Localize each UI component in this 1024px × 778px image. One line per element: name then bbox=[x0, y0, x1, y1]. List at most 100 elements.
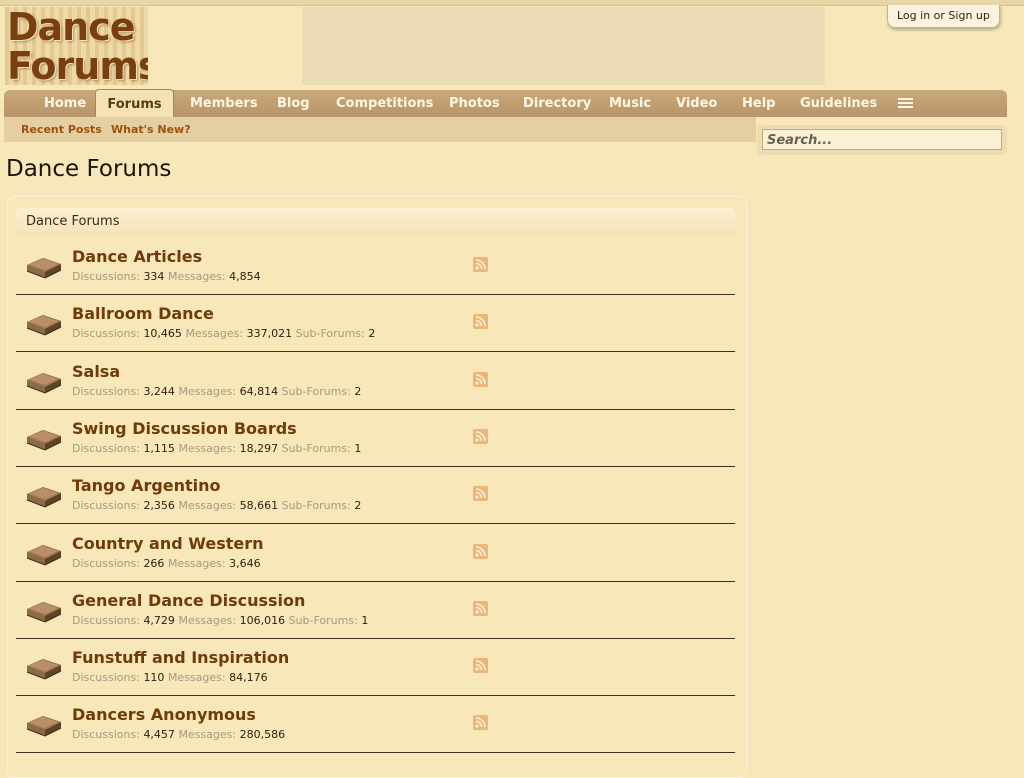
discussions-label: Discussions: bbox=[72, 671, 140, 685]
rss-feed-icon[interactable] bbox=[473, 715, 488, 731]
tab-help[interactable]: Help bbox=[742, 90, 775, 117]
forum-stats: Discussions: 266 Messages: 3,646 bbox=[72, 557, 261, 570]
whats-new-link[interactable]: What's New? bbox=[111, 123, 191, 136]
discussions-count: 3,244 bbox=[143, 384, 175, 398]
forum-book-icon bbox=[25, 308, 63, 340]
tab-guidelines[interactable]: Guidelines bbox=[800, 90, 877, 117]
discussions-count: 4,457 bbox=[143, 728, 175, 742]
tab-video[interactable]: Video bbox=[676, 90, 717, 117]
discussions-count: 2,356 bbox=[143, 499, 175, 513]
subforums-label: Sub-Forums: bbox=[295, 327, 365, 341]
tab-forums[interactable]: Forums bbox=[95, 89, 174, 118]
main-nav: Home Forums Members Blog Competitions Ph… bbox=[4, 89, 1007, 118]
discussions-label: Discussions: bbox=[72, 327, 140, 341]
tab-directory[interactable]: Directory bbox=[523, 90, 591, 117]
messages-count: 64,814 bbox=[239, 384, 279, 398]
messages-label: Messages: bbox=[185, 327, 244, 341]
messages-count: 4,854 bbox=[229, 270, 261, 283]
discussions-count: 1,115 bbox=[143, 441, 175, 455]
forum-stats: Discussions: 110 Messages: 84,176 bbox=[72, 671, 268, 684]
messages-count: 84,176 bbox=[229, 671, 268, 685]
rss-feed-icon[interactable] bbox=[473, 658, 488, 674]
rss-feed-icon[interactable] bbox=[473, 600, 488, 616]
forum-row[interactable]: Ballroom Dance Discussions: 10,465 Messag… bbox=[16, 294, 735, 353]
forum-stats: Discussions: 3,244 Messages: 64,814 Sub-… bbox=[72, 385, 361, 398]
subforums-count: 2 bbox=[354, 499, 362, 513]
rss-feed-icon[interactable] bbox=[473, 314, 488, 330]
forum-title-link[interactable]: Ballroom Dance bbox=[72, 304, 214, 323]
forum-title-link[interactable]: Country and Western bbox=[72, 534, 264, 553]
forum-title-link[interactable]: General Dance Discussion bbox=[72, 591, 305, 610]
forum-title-link[interactable]: Funstuff and Inspiration bbox=[72, 648, 289, 667]
recent-posts-link[interactable]: Recent Posts bbox=[21, 123, 102, 136]
forum-stats: Discussions: 1,115 Messages: 18,297 Sub-… bbox=[72, 442, 361, 455]
page-title: Dance Forums bbox=[6, 156, 172, 182]
messages-label: Messages: bbox=[178, 728, 237, 742]
discussions-count: 266 bbox=[143, 556, 165, 570]
discussions-label: Discussions: bbox=[72, 556, 140, 570]
rss-feed-icon[interactable] bbox=[473, 257, 488, 272]
forum-title-link[interactable]: Dancers Anonymous bbox=[72, 705, 256, 724]
forum-row[interactable]: Swing Discussion Boards Discussions: 1,11… bbox=[16, 409, 735, 467]
hamburger-icon[interactable] bbox=[898, 98, 913, 109]
forum-row[interactable]: Dance Articles Discussions: 334 Messages:… bbox=[16, 237, 735, 295]
rss-feed-icon[interactable] bbox=[473, 543, 488, 559]
subforums-count: 1 bbox=[361, 613, 369, 627]
tab-competitions[interactable]: Competitions bbox=[336, 90, 433, 117]
logo-line-2: Forums bbox=[7, 44, 148, 85]
messages-label: Messages: bbox=[167, 671, 226, 685]
tab-photos[interactable]: Photos bbox=[449, 90, 500, 117]
top-border bbox=[0, 0, 1024, 6]
forum-row[interactable]: Funstuff and Inspiration Discussions: 110… bbox=[16, 638, 735, 697]
search-box: Search... bbox=[757, 125, 1007, 155]
forum-book-icon bbox=[25, 538, 63, 570]
login-signup-link[interactable]: Log in or Sign up bbox=[887, 5, 1000, 28]
category-header[interactable]: Dance Forums bbox=[15, 208, 735, 236]
messages-count: 337,021 bbox=[246, 327, 293, 341]
rss-feed-icon[interactable] bbox=[473, 428, 488, 444]
subforums-count: 1 bbox=[354, 441, 362, 455]
forum-book-icon bbox=[25, 423, 63, 455]
messages-count: 3,646 bbox=[229, 556, 261, 570]
search-input[interactable]: Search... bbox=[762, 129, 1002, 150]
messages-label: Messages: bbox=[167, 270, 226, 283]
forum-stats: Discussions: 4,457 Messages: 280,586 bbox=[72, 728, 285, 741]
discussions-count: 334 bbox=[143, 270, 165, 283]
forum-book-icon bbox=[25, 652, 63, 684]
forum-title-link[interactable]: Salsa bbox=[72, 362, 120, 381]
forum-stats: Discussions: 334 Messages: 4,854 bbox=[72, 270, 261, 283]
rss-feed-icon[interactable] bbox=[473, 371, 488, 387]
forum-stats: Discussions: 10,465 Messages: 337,021 Su… bbox=[72, 327, 375, 340]
messages-label: Messages: bbox=[178, 499, 237, 513]
forum-book-icon bbox=[25, 251, 63, 283]
forum-row[interactable]: General Dance Discussion Discussions: 4,7… bbox=[16, 581, 735, 639]
sub-nav: Recent Posts What's New? bbox=[4, 117, 756, 142]
forum-book-icon bbox=[25, 480, 63, 512]
forum-row[interactable]: Salsa Discussions: 3,244 Messages: 64,814… bbox=[16, 352, 735, 410]
rss-feed-icon[interactable] bbox=[473, 486, 488, 502]
messages-label: Messages: bbox=[178, 384, 237, 398]
tab-members[interactable]: Members bbox=[190, 90, 258, 117]
site-logo[interactable]: Dance Forums bbox=[5, 7, 148, 85]
forum-title-link[interactable]: Swing Discussion Boards bbox=[72, 419, 297, 438]
subforums-label: Sub-Forums: bbox=[281, 384, 351, 398]
forum-row[interactable]: Tango Argentino Discussions: 2,356 Messag… bbox=[16, 466, 735, 525]
forum-stats: Discussions: 2,356 Messages: 58,661 Sub-… bbox=[72, 499, 361, 512]
subforums-label: Sub-Forums: bbox=[288, 613, 358, 627]
tab-music[interactable]: Music bbox=[609, 90, 651, 117]
subforums-count: 2 bbox=[368, 327, 376, 341]
subforums-label: Sub-Forums: bbox=[281, 441, 351, 455]
forum-row[interactable]: Country and Western Discussions: 266 Mess… bbox=[16, 524, 735, 582]
discussions-label: Discussions: bbox=[72, 384, 140, 398]
forum-book-icon bbox=[25, 595, 63, 627]
discussions-label: Discussions: bbox=[72, 441, 140, 455]
forum-title-link[interactable]: Dance Articles bbox=[72, 247, 202, 266]
messages-count: 280,586 bbox=[239, 728, 286, 742]
forum-row[interactable]: Dancers Anonymous Discussions: 4,457 Mess… bbox=[16, 695, 735, 754]
messages-label: Messages: bbox=[167, 556, 226, 570]
tab-home[interactable]: Home bbox=[44, 90, 86, 117]
tab-blog[interactable]: Blog bbox=[277, 90, 310, 117]
discussions-label: Discussions: bbox=[72, 613, 140, 627]
subforums-label: Sub-Forums: bbox=[281, 499, 351, 513]
forum-title-link[interactable]: Tango Argentino bbox=[72, 476, 221, 495]
